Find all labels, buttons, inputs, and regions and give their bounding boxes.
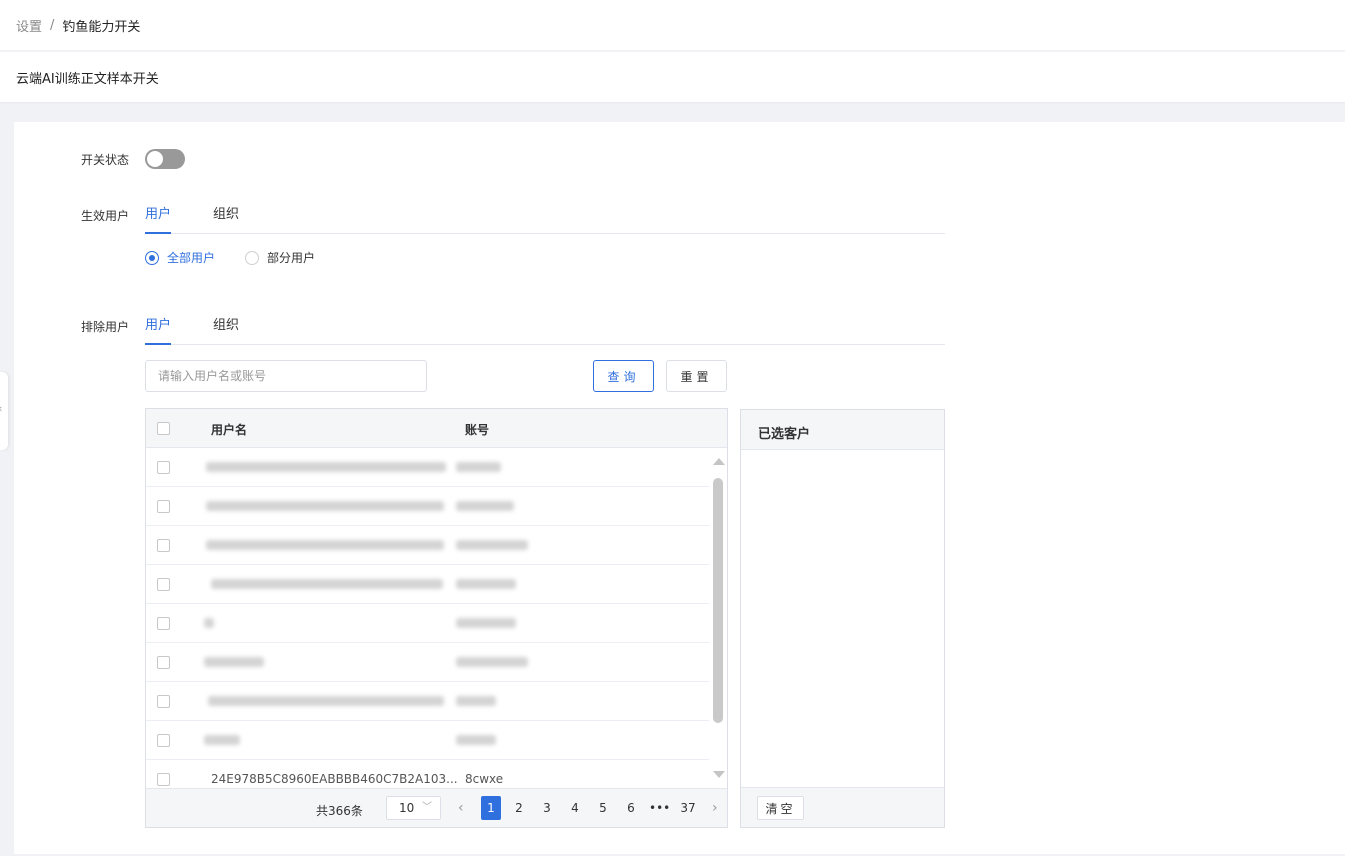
table-body: 24E978B5C8960EABBBB460C7B2A103... 8cwxe	[146, 448, 727, 788]
redacted-account	[456, 696, 496, 706]
radio-circle-checked	[145, 250, 159, 265]
tab-effective-org[interactable]: 组织	[213, 204, 239, 234]
redacted-account	[456, 657, 528, 667]
row-account: 8cwxe	[465, 772, 504, 786]
page-size-select[interactable]: 10 ﹀	[386, 796, 441, 820]
table-row[interactable]	[146, 682, 709, 721]
table-row[interactable]	[146, 487, 709, 526]
redacted-account	[456, 735, 496, 745]
redacted-username	[211, 579, 443, 589]
tab-excluded-org[interactable]: 组织	[213, 315, 239, 345]
selected-panel-title: 已选客户	[741, 410, 944, 450]
radio-all-users[interactable]: 全部用户	[145, 249, 215, 266]
scroll-up-arrow-icon[interactable]	[713, 458, 725, 465]
redacted-username	[206, 462, 446, 472]
table-scrollbar[interactable]	[709, 448, 727, 788]
redacted-account	[456, 618, 516, 628]
switch-label: 开关状态	[81, 153, 130, 167]
page-1[interactable]: 1	[481, 796, 501, 820]
redacted-username	[204, 657, 264, 667]
total-count: 共366条	[316, 804, 363, 818]
reset-button[interactable]: 重置	[666, 360, 727, 392]
selected-panel-footer: 清空	[741, 787, 944, 827]
page-2[interactable]: 2	[509, 796, 529, 820]
redacted-account	[456, 462, 501, 472]
clear-button[interactable]: 清空	[757, 796, 804, 820]
chevron-left-icon: ‹	[0, 402, 2, 415]
pagination: 共366条 10 ﹀ ‹ 1 2 3 4 5 6 ••• 37 ›	[146, 788, 727, 827]
table-header: 用户名 账号	[146, 409, 727, 448]
radio-circle	[245, 250, 260, 265]
breadcrumb: 设置 / 钓鱼能力开关	[0, 0, 1345, 50]
redacted-account	[456, 540, 528, 550]
column-account: 账号	[465, 423, 490, 437]
switch-toggle[interactable]	[145, 149, 185, 169]
row-checkbox[interactable]	[157, 578, 170, 591]
selected-customers-panel: 已选客户 清空	[740, 409, 945, 828]
row-checkbox[interactable]	[157, 695, 170, 708]
table-row[interactable]	[146, 643, 709, 682]
radio-all-users-label: 全部用户	[167, 251, 216, 265]
row-checkbox[interactable]	[157, 539, 170, 552]
radio-partial-users[interactable]: 部分用户	[245, 249, 315, 266]
table-row[interactable]	[146, 604, 709, 643]
tab-effective-user[interactable]: 用户	[145, 204, 172, 234]
effective-users-radio-group: 全部用户 部分用户	[145, 249, 345, 266]
excluded-users-tabs: 用户 组织	[145, 315, 945, 345]
chevron-down-icon: ﹀	[422, 802, 432, 813]
table-row[interactable]	[146, 565, 709, 604]
effective-users-tabs: 用户 组织	[145, 204, 945, 234]
column-username: 用户名	[211, 423, 248, 437]
page-title: 云端AI训练正文样本开关	[16, 71, 159, 87]
redacted-username	[206, 501, 444, 511]
prev-page-icon[interactable]: ‹	[458, 796, 464, 820]
search-input[interactable]	[145, 360, 427, 392]
page-3[interactable]: 3	[537, 796, 557, 820]
tab-excluded-user[interactable]: 用户	[145, 315, 172, 345]
effective-users-label: 生效用户	[81, 209, 130, 223]
select-all-checkbox[interactable]	[157, 422, 170, 435]
redacted-username	[204, 618, 214, 628]
page-header: 云端AI训练正文样本开关	[0, 52, 1345, 102]
user-table: 用户名 账号 24E978B5C8960EABBBB460C7B2A103...…	[145, 408, 728, 828]
scroll-down-arrow-icon[interactable]	[713, 771, 725, 778]
scroll-thumb[interactable]	[713, 478, 723, 723]
redacted-account	[456, 501, 514, 511]
page-5[interactable]: 5	[593, 796, 613, 820]
row-username: 24E978B5C8960EABBBB460C7B2A103...	[211, 772, 458, 786]
redacted-username	[208, 696, 444, 706]
redacted-username	[206, 540, 444, 550]
table-row[interactable]	[146, 448, 709, 487]
query-button[interactable]: 查询	[593, 360, 654, 392]
toggle-knob	[147, 151, 163, 167]
page-last[interactable]: 37	[678, 796, 698, 820]
row-checkbox[interactable]	[157, 773, 170, 786]
row-checkbox[interactable]	[157, 656, 170, 669]
sidebar-collapse-handle[interactable]: ‹	[0, 372, 8, 450]
table-row[interactable]: 24E978B5C8960EABBBB460C7B2A103... 8cwxe	[146, 760, 709, 788]
row-checkbox[interactable]	[157, 500, 170, 513]
page-6[interactable]: 6	[621, 796, 641, 820]
redacted-account	[456, 579, 516, 589]
table-row[interactable]	[146, 526, 709, 565]
page-ellipsis[interactable]: •••	[649, 796, 670, 820]
page-size-value: 10	[399, 801, 415, 815]
radio-partial-users-label: 部分用户	[267, 251, 316, 265]
row-checkbox[interactable]	[157, 617, 170, 630]
excluded-users-label: 排除用户	[81, 320, 130, 334]
table-row[interactable]	[146, 721, 709, 760]
breadcrumb-parent-link[interactable]: 设置	[16, 16, 42, 35]
row-checkbox[interactable]	[157, 461, 170, 474]
page-4[interactable]: 4	[565, 796, 585, 820]
breadcrumb-current: 钓鱼能力开关	[62, 19, 141, 35]
breadcrumb-separator: /	[50, 17, 55, 33]
next-page-icon[interactable]: ›	[712, 796, 718, 820]
row-checkbox[interactable]	[157, 734, 170, 747]
redacted-username	[204, 735, 240, 745]
